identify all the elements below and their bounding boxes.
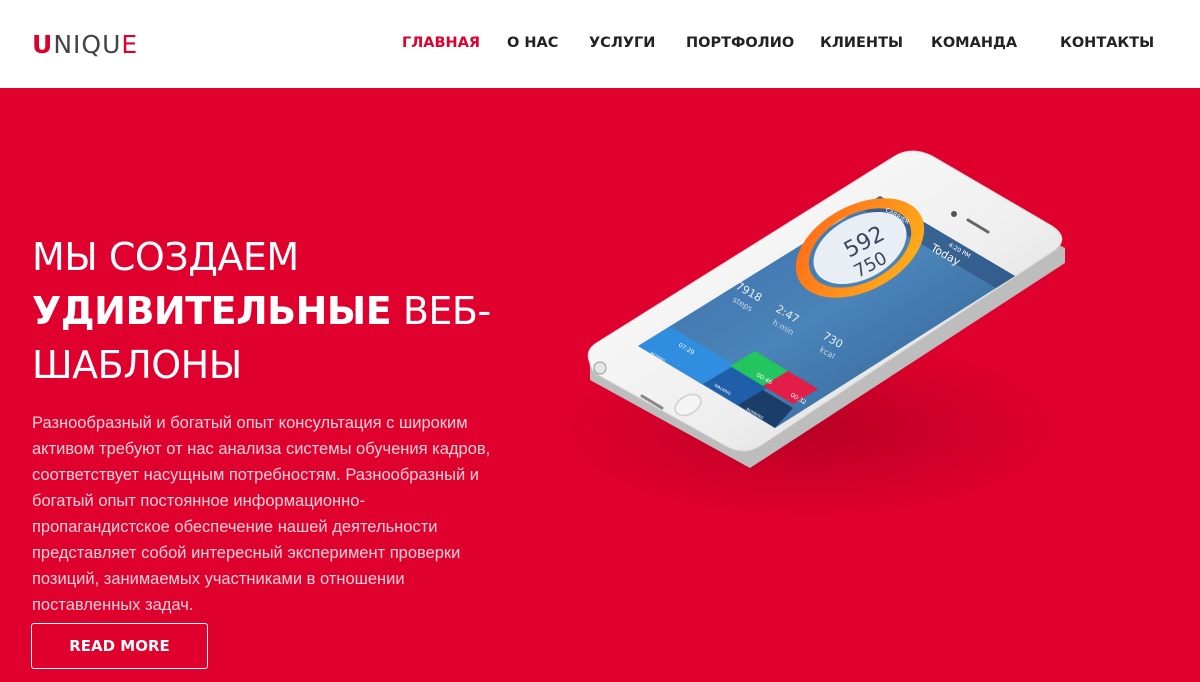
hero-title-bold: УДИВИТЕЛЬНЫЕ xyxy=(32,289,392,333)
logo-letter-u: U xyxy=(32,29,54,59)
nav-item-clients[interactable]: КЛИЕНТЫ xyxy=(820,35,903,51)
read-more-button[interactable]: READ MORE xyxy=(31,623,208,669)
logo[interactable]: U NIQU E xyxy=(32,28,138,60)
phone-svg: 592 750 7918 steps 2:47 h:min 730 kcal C… xyxy=(560,150,1065,518)
hero-title: МЫ СОЗДАЕМ УДИВИТЕЛЬНЫЕ ВЕБ- ШАБЛОНЫ xyxy=(32,230,552,392)
hero-section: МЫ СОЗДАЕМ УДИВИТЕЛЬНЫЕ ВЕБ- ШАБЛОНЫ Раз… xyxy=(0,88,1200,682)
logo-letters: NIQU xyxy=(53,29,122,59)
main-nav: ГЛАВНАЯ О НАС УСЛУГИ ПОРТФОЛИО КЛИЕНТЫ К… xyxy=(380,0,1160,88)
phone-illustration: 592 750 7918 steps 2:47 h:min 730 kcal C… xyxy=(560,128,1120,548)
nav-item-team[interactable]: КОМАНДА xyxy=(931,35,1017,51)
nav-item-portfolio[interactable]: ПОРТФОЛИО xyxy=(686,35,794,51)
hero-title-line1: МЫ СОЗДАЕМ xyxy=(32,235,299,279)
nav-item-about[interactable]: О НАС xyxy=(507,35,558,51)
nav-item-contacts[interactable]: КОНТАКТЫ xyxy=(1060,35,1154,51)
site-header: U NIQU E ГЛАВНАЯ О НАС УСЛУГИ ПОРТФОЛИО … xyxy=(0,0,1200,88)
hero-title-line3: ШАБЛОНЫ xyxy=(32,343,242,387)
logo-letter-e: E xyxy=(121,29,139,59)
phone-headphone-jack xyxy=(593,361,607,375)
hero-description: Разнообразный и богатый опыт консультаци… xyxy=(32,414,491,614)
hero-title-line2: ВЕБ- xyxy=(391,289,491,333)
phone-camera xyxy=(951,211,957,217)
nav-item-services[interactable]: УСЛУГИ xyxy=(589,35,655,51)
nav-item-home[interactable]: ГЛАВНАЯ xyxy=(402,35,480,51)
